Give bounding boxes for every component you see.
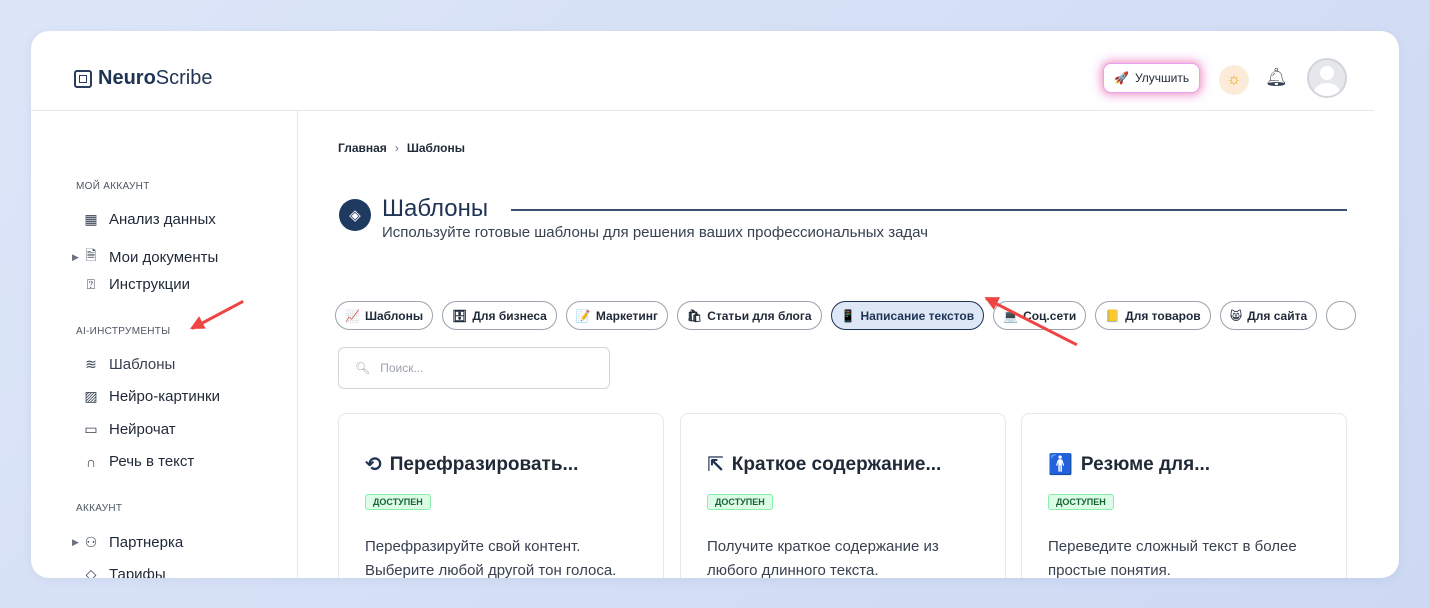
sidebar-item-neurochat[interactable]: ▭ Нейрочат <box>83 421 176 438</box>
layers-icon: ≋ <box>85 356 97 372</box>
sidebar-item-label: Мои документы <box>109 248 219 266</box>
sidebar-item-label: Тарифы <box>109 566 166 578</box>
status-badge: ДОСТУПЕН <box>365 494 431 510</box>
upgrade-button[interactable]: 🚀 Улучшить <box>1103 63 1201 93</box>
tag-icon: ◇ <box>85 566 97 578</box>
sidebar: МОЙ АККАУНТ ▦ Анализ данных ▶ 🗎 Мои доку… <box>31 111 298 578</box>
breadcrumb-current: Шаблоны <box>406 141 465 155</box>
filter-chip-label: Для бизнеса <box>472 308 547 323</box>
cat-face-icon: 😸 <box>1229 308 1243 323</box>
logo-bold: Neuro <box>98 67 156 89</box>
search-box: 🔍︎ <box>338 347 610 389</box>
filter-chip-blog[interactable]: 🛍 Статьи для блога <box>676 301 822 330</box>
avatar[interactable] <box>1307 58 1347 98</box>
phone-icon: 📱 <box>840 308 856 323</box>
filter-chip-label: Для сайта <box>1247 308 1308 323</box>
sidebar-item-label: Инструкции <box>109 276 191 293</box>
filter-chip-products[interactable]: 📒 Для товаров <box>1095 301 1211 330</box>
filter-chip-label: Шаблоны <box>364 308 424 323</box>
search-input[interactable] <box>380 361 601 375</box>
card-description: Переведите сложный текст в более простые… <box>1048 538 1297 578</box>
upgrade-label: Улучшить <box>1134 71 1190 85</box>
sidebar-item-instructions[interactable]: ⍰ Инструкции <box>83 276 190 293</box>
card-title: ⇱ Краткое содержание... <box>707 452 941 477</box>
filter-chip-more[interactable] <box>1326 301 1357 330</box>
main-content: Главная › Шаблоны ◈ Шаблоны Используйте … <box>299 111 1374 578</box>
section-title-ai-tools: AI-ИНСТРУМЕНТЫ <box>76 326 171 337</box>
template-card[interactable]: ⇱ Краткое содержание... ДОСТУПЕН Получите… <box>680 413 1006 578</box>
shopping-bags-icon: 🛍 <box>686 308 703 323</box>
caret-right-icon[interactable]: ▶ <box>72 537 79 548</box>
sidebar-item-templates[interactable]: ≋ Шаблоны <box>83 356 175 373</box>
card-title-text: Резюме для... <box>1080 453 1211 475</box>
filter-chip-label: Для товаров <box>1125 308 1201 323</box>
page-subtitle: Используйте готовые шаблоны для решения … <box>382 224 928 241</box>
sidebar-item-label: Нейрочат <box>109 421 176 438</box>
caret-right-icon[interactable]: ▶ <box>72 252 79 263</box>
template-card[interactable]: ⟲ Перефразировать... ДОСТУПЕН Перефразиру… <box>338 413 664 578</box>
cabinet-icon: 🗄 <box>452 308 468 323</box>
card-title-text: Перефразировать... <box>389 453 579 475</box>
filter-chip-label: Статьи для блога <box>707 308 812 323</box>
sidebar-item-speech-to-text[interactable]: ∩ Речь в текст <box>83 453 194 470</box>
section-title-my-account: МОЙ АККАУНТ <box>76 181 150 192</box>
card-title: ⟲ Перефразировать... <box>365 452 578 477</box>
card-title: 🚹 Резюме для... <box>1048 452 1210 477</box>
top-bar: NeuroScribe 🚀 Улучшить ☼ 🔔︎ <box>31 31 1374 111</box>
bell-icon[interactable]: 🔔︎ <box>1265 67 1288 88</box>
refresh-icon: ⟲ <box>365 454 382 476</box>
sidebar-item-neuro-images[interactable]: ▨ Нейро-картинки <box>83 388 220 405</box>
image-icon: ▨ <box>84 388 98 404</box>
filter-chip-label: Написание текстов <box>860 308 975 323</box>
chart-icon: 📈 <box>345 308 360 323</box>
logo-rest: Scribe <box>155 67 213 89</box>
breadcrumb: Главная › Шаблоны <box>338 141 465 155</box>
filter-chip-copywriting[interactable]: 📱 Написание текстов <box>830 301 985 330</box>
sidebar-item-label: Анализ данных <box>109 211 216 228</box>
memo-icon: 📝 <box>575 308 591 323</box>
users-icon: ⚇ <box>84 534 98 550</box>
category-filters: 📈 Шаблоны 🗄 Для бизнеса 📝 Маркетинг 🛍 Статьи… <box>335 301 1357 330</box>
title-divider <box>511 209 1347 211</box>
sidebar-item-analytics[interactable]: ▦ Анализ данных <box>83 211 216 228</box>
search-icon: 🔍︎ <box>355 361 371 375</box>
sidebar-item-documents[interactable]: ▶ 🗎 Мои документы <box>72 245 219 269</box>
filter-chip-label: Маркетинг <box>595 308 658 323</box>
template-card[interactable]: 🚹 Резюме для... ДОСТУПЕН Переведите сложн… <box>1021 413 1347 578</box>
filter-chip-website[interactable]: 😸 Для сайта <box>1219 301 1318 330</box>
dashboard-icon: ▦ <box>84 211 98 227</box>
sidebar-item-label: Речь в текст <box>109 453 195 470</box>
section-title-account: АККАУНТ <box>76 503 123 514</box>
layers-icon: ◈ <box>339 199 371 231</box>
sun-icon[interactable]: ☼ <box>1219 65 1249 95</box>
chevron-right-icon: › <box>394 141 399 155</box>
status-badge: ДОСТУПЕН <box>1048 494 1114 510</box>
compress-icon: ⇱ <box>707 454 724 476</box>
help-icon: ⍰ <box>86 276 96 292</box>
card-description: Получите краткое содержание из любого дл… <box>707 538 939 578</box>
sidebar-item-label: Нейро-картинки <box>109 388 220 405</box>
notebook-icon: 📒 <box>1105 308 1121 323</box>
card-title-text: Краткое содержание... <box>731 453 942 475</box>
sidebar-item-pricing[interactable]: ◇ Тарифы <box>83 566 166 578</box>
person-icon: 🚹 <box>1048 454 1073 476</box>
filter-chip-marketing[interactable]: 📝 Маркетинг <box>565 301 668 330</box>
filter-chip-templates[interactable]: 📈 Шаблоны <box>335 301 434 330</box>
headphones-icon: ∩ <box>85 453 97 470</box>
page-title: Шаблоны <box>382 195 489 222</box>
rocket-icon: 🚀 <box>1114 71 1129 85</box>
sidebar-item-label: Партнерка <box>109 534 184 551</box>
filter-chip-business[interactable]: 🗄 Для бизнеса <box>442 301 557 330</box>
chat-icon: ▭ <box>84 421 98 437</box>
logo-icon <box>74 69 92 88</box>
sidebar-item-partners[interactable]: ▶ ⚇ Партнерка <box>72 534 184 551</box>
document-icon: 🗎 <box>85 247 97 263</box>
sidebar-item-label: Шаблоны <box>109 356 176 373</box>
card-description: Перефразируйте свой контент. Выберите лю… <box>365 538 617 578</box>
breadcrumb-home[interactable]: Главная <box>338 141 387 155</box>
logo[interactable]: NeuroScribe <box>74 67 213 90</box>
status-badge: ДОСТУПЕН <box>707 494 773 510</box>
